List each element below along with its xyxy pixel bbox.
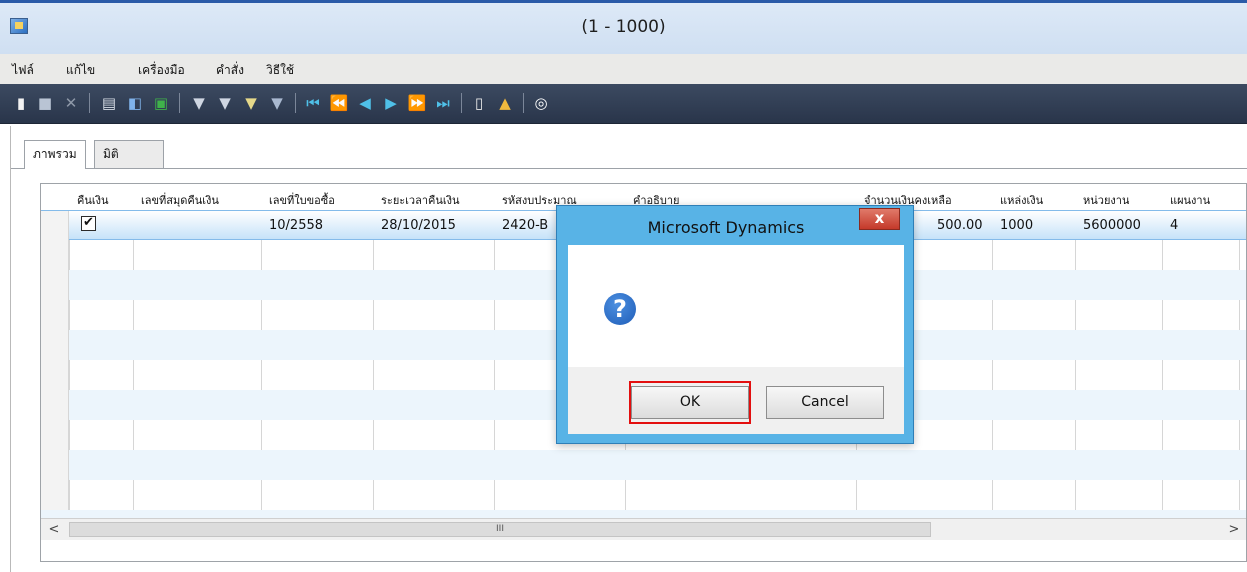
row-selector[interactable] xyxy=(41,390,69,420)
row-selector[interactable] xyxy=(41,480,69,510)
cell-budget-code[interactable]: 2420-B xyxy=(502,218,548,233)
print-preview-icon[interactable]: ◧ xyxy=(124,92,146,114)
new-record-icon[interactable]: ▮ xyxy=(10,92,32,114)
menu-command[interactable]: คำสั่ง xyxy=(216,61,244,80)
menu-bar: ไฟล์ แก้ไข เครื่องมือ คำสั่ง วิธีใช้ xyxy=(0,54,1247,84)
delete-icon[interactable]: ✕ xyxy=(60,92,82,114)
next-record-icon[interactable]: ▶ xyxy=(380,92,402,114)
dialog-body: ? OK Cancel xyxy=(568,245,904,434)
dialog-title: Microsoft Dynamics xyxy=(647,218,805,237)
menu-file[interactable]: ไฟล์ xyxy=(12,61,34,80)
column-header-period[interactable]: ระยะเวลาคืนเงิน xyxy=(381,191,460,209)
dialog-close-button[interactable]: x xyxy=(859,208,900,230)
scrollbar-grip: III xyxy=(496,524,504,534)
question-icon: ? xyxy=(604,293,636,325)
table-row[interactable] xyxy=(41,450,1246,480)
title-bar: (1 - 1000) xyxy=(0,0,1247,54)
cell-fund-source[interactable]: 1000 xyxy=(1000,218,1033,233)
first-record-icon[interactable]: ⏮ xyxy=(302,92,324,114)
column-header-unit[interactable]: หน่วยงาน xyxy=(1083,191,1129,209)
toolbar: ▮ ■ ✕ ▤ ◧ ▣ ▼ ▼ ▼ ▼ ⏮ ⏪ ◀ ▶ ⏩ ⏭ ▯ ▲ ◎ xyxy=(0,84,1247,124)
dialog-button-bar: OK Cancel xyxy=(568,367,904,434)
cancel-button[interactable]: Cancel xyxy=(766,386,884,419)
row-selector[interactable] xyxy=(41,450,69,480)
tab-divider xyxy=(11,168,1247,169)
menu-edit[interactable]: แก้ไข xyxy=(66,61,95,80)
cell-plan[interactable]: 4 xyxy=(1170,218,1178,233)
row-selector[interactable] xyxy=(41,330,69,360)
row-selector[interactable] xyxy=(41,300,69,330)
column-header-refund[interactable]: คืนเงิน xyxy=(77,191,109,209)
column-header-refund-book[interactable]: เลขที่สมุดคืนเงิน xyxy=(141,191,219,209)
toolbar-separator xyxy=(461,93,462,113)
row-selector[interactable] xyxy=(41,360,69,390)
previous-record-icon[interactable]: ◀ xyxy=(354,92,376,114)
cell-pr-number[interactable]: 10/2558 xyxy=(269,218,323,233)
cell-unit[interactable]: 5600000 xyxy=(1083,218,1141,233)
table-row[interactable] xyxy=(41,480,1246,510)
column-header-fund-source[interactable]: แหล่งเงิน xyxy=(1000,191,1043,209)
confirm-dialog: Microsoft Dynamics x ? OK Cancel xyxy=(556,205,914,444)
row-selector[interactable] xyxy=(41,211,69,241)
scroll-right-icon[interactable]: > xyxy=(1225,521,1243,538)
tab-overview[interactable]: ภาพรวม xyxy=(24,140,86,169)
table-row[interactable] xyxy=(41,510,1246,518)
print-icon[interactable]: ▤ xyxy=(98,92,120,114)
column-header-pr-number[interactable]: เลขที่ใบขอซื้อ xyxy=(269,191,335,209)
cell-period[interactable]: 28/10/2015 xyxy=(381,218,456,233)
last-record-icon[interactable]: ⏭ xyxy=(432,92,454,114)
export-excel-icon[interactable]: ▣ xyxy=(150,92,172,114)
filter-by-field-icon[interactable]: ▼ xyxy=(240,92,262,114)
document-handling-icon[interactable]: ▯ xyxy=(468,92,490,114)
remove-filter-icon[interactable]: ▼ xyxy=(266,92,288,114)
previous-page-icon[interactable]: ⏪ xyxy=(328,92,350,114)
row-selector[interactable] xyxy=(41,240,69,270)
next-page-icon[interactable]: ⏩ xyxy=(406,92,428,114)
column-header-plan[interactable]: แผนงาน xyxy=(1170,191,1210,209)
save-icon[interactable]: ■ xyxy=(34,92,56,114)
ok-button[interactable]: OK xyxy=(631,386,749,419)
alert-icon[interactable]: ▲ xyxy=(494,92,516,114)
advanced-filter-icon[interactable]: ▼ xyxy=(214,92,236,114)
refund-checkbox[interactable]: ✔ xyxy=(81,216,96,231)
scrollbar-thumb[interactable]: III xyxy=(69,522,931,537)
toolbar-separator xyxy=(89,93,90,113)
menu-tools[interactable]: เครื่องมือ xyxy=(138,61,185,80)
scroll-left-icon[interactable]: < xyxy=(45,521,63,538)
row-selector[interactable] xyxy=(41,270,69,300)
row-selector[interactable] xyxy=(41,420,69,450)
help-icon[interactable]: ◎ xyxy=(530,92,552,114)
app-window: (1 - 1000) ไฟล์ แก้ไข เครื่องมือ คำสั่ง … xyxy=(0,0,1247,572)
horizontal-scrollbar[interactable]: < III > xyxy=(41,518,1246,540)
toolbar-separator xyxy=(295,93,296,113)
filter-by-selection-icon[interactable]: ▼ xyxy=(188,92,210,114)
window-title: (1 - 1000) xyxy=(581,17,666,37)
grid-bottom-area xyxy=(41,540,1246,561)
toolbar-separator xyxy=(179,93,180,113)
tab-dimension[interactable]: มิติ xyxy=(94,140,164,168)
toolbar-separator xyxy=(523,93,524,113)
menu-help[interactable]: วิธีใช้ xyxy=(266,61,294,80)
cell-remaining-amount[interactable]: 500.00 xyxy=(937,218,983,233)
